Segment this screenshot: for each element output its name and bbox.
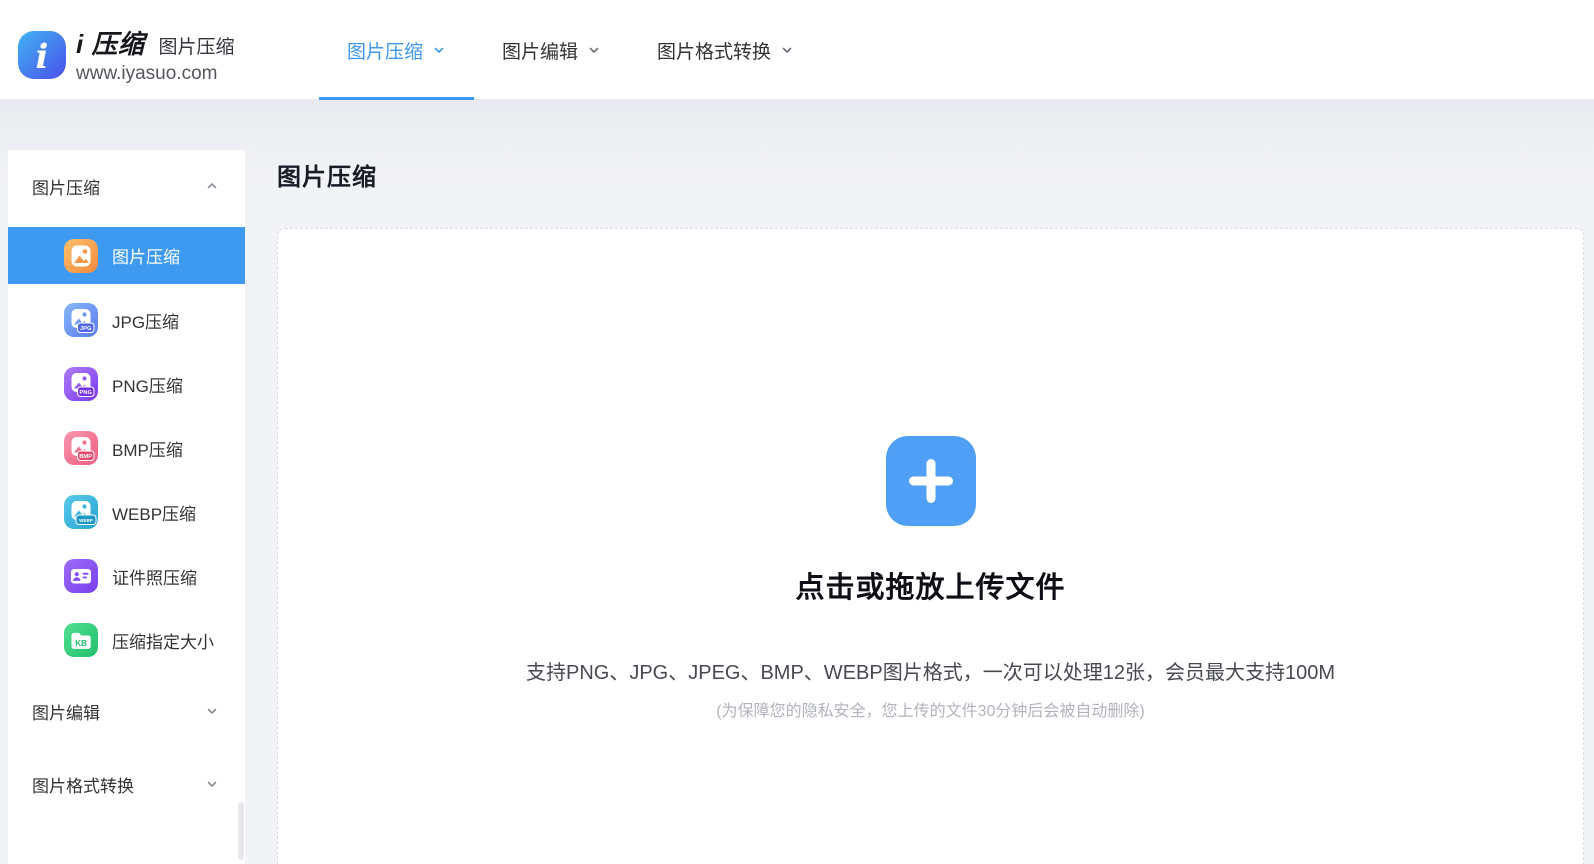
chevron-down-icon xyxy=(205,704,219,718)
webp-badge-label: WEBP xyxy=(79,518,93,523)
chevron-down-icon xyxy=(205,777,219,791)
chevron-up-icon xyxy=(205,179,219,193)
sidebar-item-label: PNG压缩 xyxy=(112,372,183,397)
brand-logo-icon: i xyxy=(18,31,66,79)
png-compress-icon: PNG xyxy=(64,367,98,401)
chevron-down-icon xyxy=(780,43,794,57)
brand-logo[interactable]: i i 压缩 图片压缩 www.iyasuo.com xyxy=(18,24,234,85)
nav-item-format-convert[interactable]: 图片格式转换 xyxy=(629,0,822,100)
upload-plus-button[interactable] xyxy=(886,436,976,526)
nav-item-label: 图片编辑 xyxy=(502,37,578,64)
sidebar-section-label: 图片编辑 xyxy=(32,699,100,724)
sidebar-section-image-edit[interactable]: 图片编辑 xyxy=(8,691,245,731)
upload-heading: 点击或拖放上传文件 xyxy=(795,564,1065,606)
sidebar-item-id-photo-compress[interactable]: 证件照压缩 xyxy=(8,544,245,608)
brand-url: www.iyasuo.com xyxy=(76,63,234,85)
sidebar-item-label: 压缩指定大小 xyxy=(112,628,214,653)
sidebar-item-png-compress[interactable]: PNG PNG压缩 xyxy=(8,352,245,416)
chevron-down-icon xyxy=(587,43,601,57)
plus-icon xyxy=(908,458,954,504)
sidebar-item-label: 证件照压缩 xyxy=(112,564,197,589)
bmp-compress-icon: BMP xyxy=(64,431,98,465)
sidebar-item-label: BMP压缩 xyxy=(112,436,183,461)
active-tab-indicator xyxy=(319,97,474,100)
upload-support-text: 支持PNG、JPG、JPEG、BMP、WEBP图片格式，一次可以处理12张，会员… xyxy=(526,656,1335,685)
sidebar-item-webp-compress[interactable]: WEBP WEBP压缩 xyxy=(8,480,245,544)
brand-subtitle: 图片压缩 xyxy=(158,32,234,59)
image-compress-icon xyxy=(64,239,98,273)
main-nav: 图片压缩 图片编辑 图片格式转换 xyxy=(319,0,822,100)
bmp-badge-label: BMP xyxy=(79,454,92,460)
top-header: i i 压缩 图片压缩 www.iyasuo.com 图片压缩 图片编辑 xyxy=(0,0,1594,100)
brand-text: i 压缩 图片压缩 www.iyasuo.com xyxy=(76,24,234,85)
page-title: 图片压缩 xyxy=(277,157,377,192)
sidebar-item-label: WEBP压缩 xyxy=(112,500,196,525)
nav-item-image-edit[interactable]: 图片编辑 xyxy=(474,0,629,100)
id-photo-compress-icon xyxy=(64,559,98,593)
sidebar-item-image-compress[interactable]: 图片压缩 xyxy=(8,227,245,284)
nav-item-label: 图片格式转换 xyxy=(657,37,771,64)
sidebar-item-jpg-compress[interactable]: JPG JPG压缩 xyxy=(8,288,245,352)
sidebar-item-label: 图片压缩 xyxy=(112,243,180,268)
sidebar-section-image-compress[interactable]: 图片压缩 xyxy=(8,166,245,206)
brand-name: i 压缩 xyxy=(76,24,144,61)
sidebar-item-bmp-compress[interactable]: BMP BMP压缩 xyxy=(8,416,245,480)
sidebar: 图片压缩 图片压缩 xyxy=(8,150,245,864)
sidebar-section-label: 图片格式转换 xyxy=(32,772,134,797)
sidebar-item-label: JPG压缩 xyxy=(112,308,179,333)
nav-item-label: 图片压缩 xyxy=(347,37,423,64)
target-size-compress-icon: KB xyxy=(64,623,98,657)
sidebar-scrollbar-thumb[interactable] xyxy=(238,802,244,860)
webp-compress-icon: WEBP xyxy=(64,495,98,529)
jpg-compress-icon: JPG xyxy=(64,303,98,337)
upload-privacy-text: (为保障您的隐私安全，您上传的文件30分钟后会被自动删除) xyxy=(716,697,1144,721)
sidebar-item-target-size-compress[interactable]: KB 压缩指定大小 xyxy=(8,608,245,672)
logo-letter: i xyxy=(36,37,49,77)
sidebar-section-format-convert[interactable]: 图片格式转换 xyxy=(8,764,245,804)
nav-item-image-compress[interactable]: 图片压缩 xyxy=(319,0,474,100)
sidebar-section-label: 图片压缩 xyxy=(32,174,100,199)
jpg-badge-label: JPG xyxy=(80,326,92,332)
kb-badge-label: KB xyxy=(75,639,87,648)
upload-dropzone[interactable]: 点击或拖放上传文件 支持PNG、JPG、JPEG、BMP、WEBP图片格式，一次… xyxy=(277,228,1584,864)
app-window: i i 压缩 图片压缩 www.iyasuo.com 图片压缩 图片编辑 xyxy=(0,0,1594,864)
png-badge-label: PNG xyxy=(79,390,92,396)
chevron-down-icon xyxy=(432,43,446,57)
